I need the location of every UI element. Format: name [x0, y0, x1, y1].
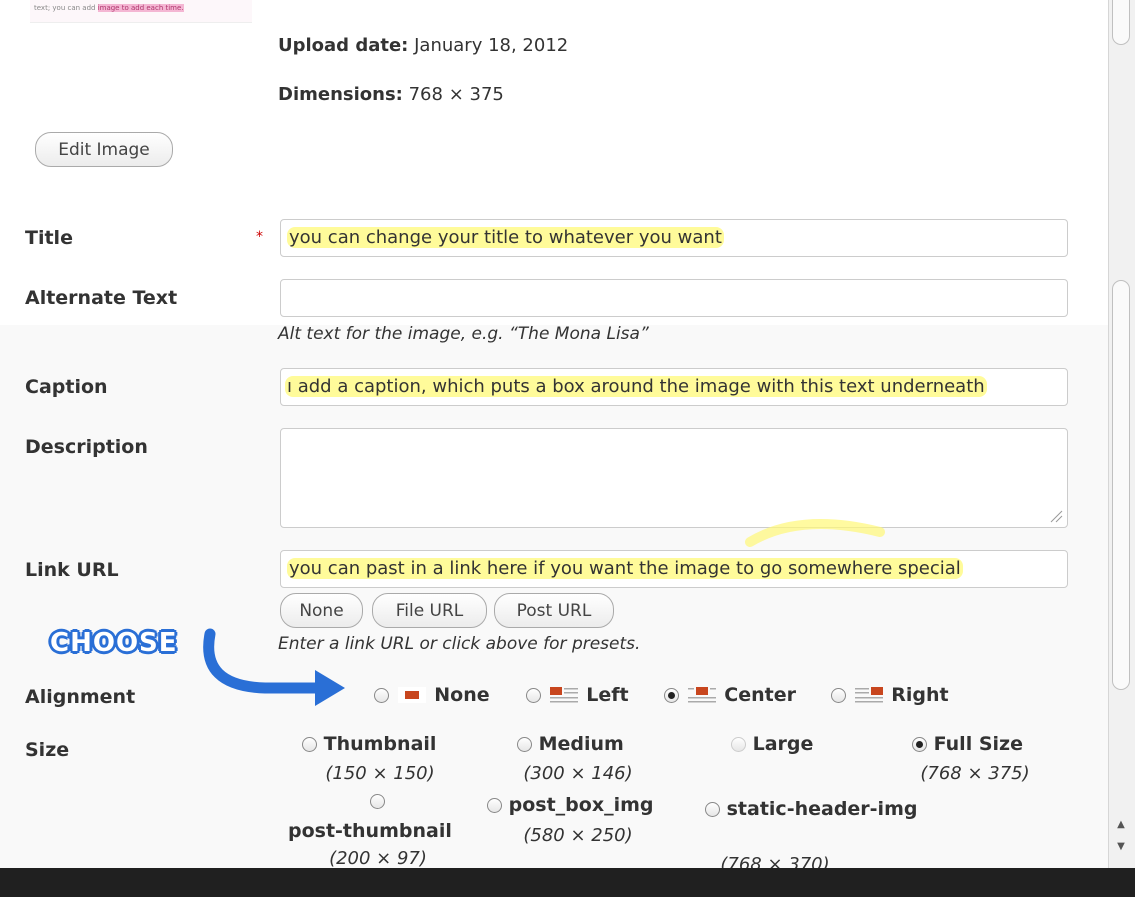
description-label: Description [25, 436, 148, 458]
align-center-icon [687, 687, 716, 703]
size-full-dims: (768 × 375) [920, 763, 1030, 784]
size-thumbnail-dims: (150 × 150) [325, 763, 435, 784]
upload-date-label: Upload date: [278, 35, 409, 56]
size-option-large-label: Large [752, 733, 814, 755]
align-option-none-label: None [434, 684, 490, 706]
dimensions-value: 768 × 375 [408, 84, 504, 105]
size-option-medium-label: Medium [538, 733, 624, 755]
size-option-full-label: Full Size [933, 733, 1023, 755]
alignment-label: Alignment [25, 686, 136, 708]
caption-label: Caption [25, 376, 108, 398]
dimensions-label: Dimensions: [278, 84, 403, 105]
resize-grip-icon[interactable] [1049, 509, 1063, 523]
alt-text-input[interactable] [280, 279, 1068, 317]
align-option-right[interactable]: Right [831, 684, 949, 706]
annotation-arrow-icon [203, 628, 345, 706]
radio-button-selected[interactable] [664, 688, 679, 703]
scrollbar-thumb[interactable] [1112, 280, 1130, 690]
radio-button[interactable] [302, 737, 317, 752]
size-option-full[interactable]: Full Size [912, 733, 1023, 755]
scrollbar-cap [1112, 0, 1130, 45]
dimensions: Dimensions: 768 × 375 [278, 84, 504, 105]
size-medium-dims: (300 × 146) [523, 763, 633, 784]
link-post-url-button[interactable]: Post URL [494, 593, 614, 628]
link-file-url-button[interactable]: File URL [372, 593, 487, 628]
radio-button[interactable] [517, 737, 532, 752]
title-input[interactable]: you can change your title to whatever yo… [280, 219, 1068, 257]
required-marker: * [256, 229, 263, 245]
caption-input[interactable]: ı add a caption, which puts a box around… [280, 368, 1068, 406]
cut-off-line [340, 0, 500, 8]
radio-button[interactable] [374, 688, 389, 703]
radio-button[interactable] [487, 798, 502, 813]
size-option-thumbnail[interactable]: Thumbnail [302, 733, 436, 755]
edit-image-button[interactable]: Edit Image [35, 132, 173, 167]
upload-date-value: January 18, 2012 [414, 35, 569, 56]
radio-button-selected[interactable] [912, 737, 927, 752]
radio-button[interactable] [831, 688, 846, 703]
link-url-label: Link URL [25, 559, 119, 581]
choose-annotation: CHOOSE [50, 628, 178, 658]
thumbnail-text: text; you can add [34, 4, 98, 12]
description-textarea[interactable] [280, 428, 1068, 528]
size-option-thumbnail-label: Thumbnail [323, 733, 437, 755]
caption-input-value: ı add a caption, which puts a box around… [285, 376, 987, 397]
size-option-static-header-label: static-header-img [726, 798, 918, 820]
align-right-icon [854, 687, 883, 703]
size-option-post-thumbnail-radio[interactable] [370, 794, 385, 809]
align-option-center[interactable]: Center [664, 684, 796, 706]
scroll-up-arrow-icon[interactable]: ▲ [1114, 818, 1128, 832]
size-option-static-header[interactable]: static-header-img [705, 794, 917, 824]
align-option-left[interactable]: Left [526, 684, 629, 706]
size-static-header-dims: (768 × 370) [720, 854, 830, 868]
align-option-left-label: Left [586, 684, 629, 706]
upload-date: Upload date: January 18, 2012 [278, 35, 568, 56]
align-option-center-label: Center [724, 684, 796, 706]
size-option-post-thumbnail[interactable]: post-thumbnail [288, 820, 452, 842]
size-option-post-box-img[interactable]: post_box_img [487, 794, 654, 816]
title-label: Title [25, 227, 73, 249]
media-edit-panel: text; you can add image to add each time… [0, 0, 1108, 868]
align-option-none[interactable]: None [374, 684, 490, 706]
alt-text-label: Alternate Text [25, 287, 178, 309]
title-input-value: you can change your title to whatever yo… [287, 227, 724, 248]
size-option-medium[interactable]: Medium [517, 733, 624, 755]
link-url-input[interactable]: you can past in a link here if you want … [280, 550, 1068, 588]
link-none-button[interactable]: None [280, 593, 363, 628]
image-thumbnail: text; you can add image to add each time… [30, 0, 252, 23]
scroll-down-arrow-icon[interactable]: ▼ [1114, 840, 1128, 854]
radio-button[interactable] [526, 688, 541, 703]
align-none-icon [397, 687, 426, 703]
size-option-post-box-img-label: post_box_img [508, 794, 654, 816]
thumbnail-highlight-text: image to add each time. [97, 4, 184, 12]
size-option-large[interactable]: Large [731, 733, 813, 755]
radio-button[interactable] [705, 802, 720, 817]
size-post-box-img-dims: (580 × 250) [523, 825, 633, 846]
align-left-icon [549, 687, 578, 703]
link-url-input-value: you can past in a link here if you want … [287, 558, 963, 579]
alt-text-help: Alt text for the image, e.g. “The Mona L… [278, 324, 649, 344]
size-post-thumbnail-dims: (200 × 97) [329, 848, 427, 868]
align-option-right-label: Right [891, 684, 949, 706]
bottom-bar [0, 868, 1135, 897]
size-label: Size [25, 739, 70, 761]
radio-button-disabled[interactable] [731, 737, 746, 752]
